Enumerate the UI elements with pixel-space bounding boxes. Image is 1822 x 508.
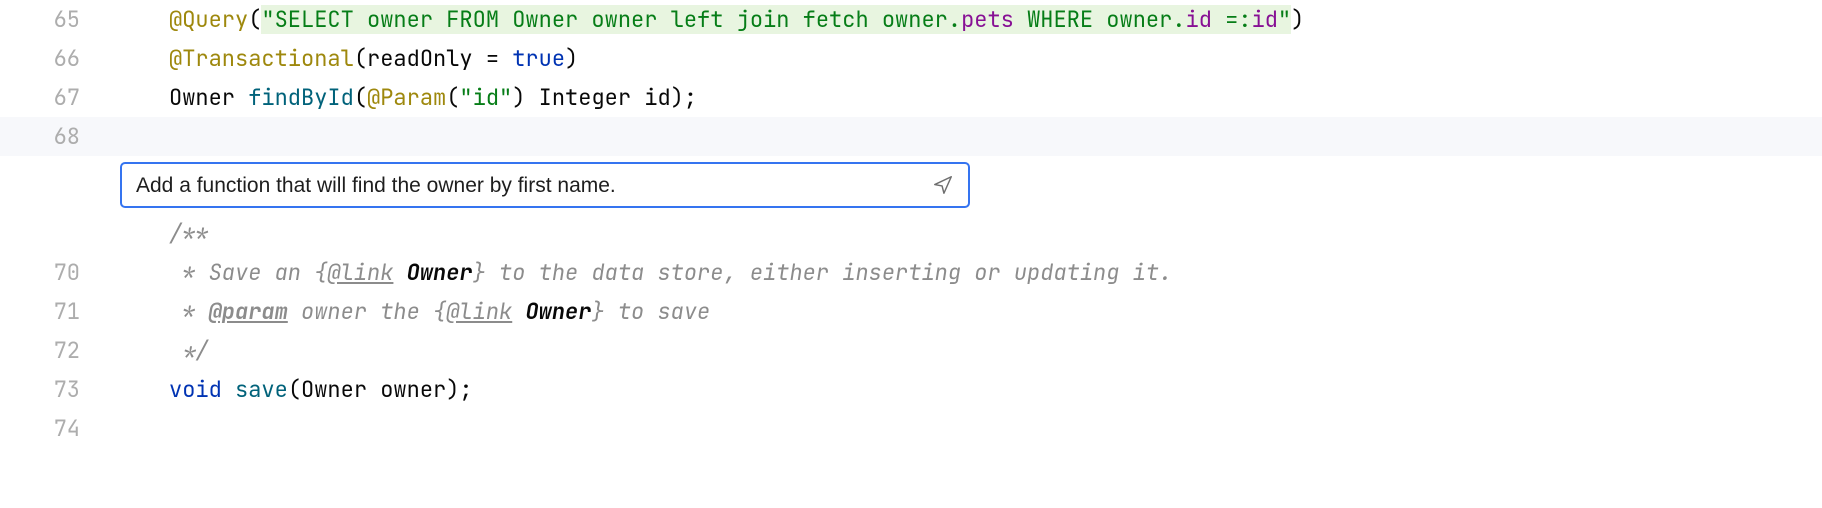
code-content[interactable]: @Query("SELECT owner FROM Owner owner le… [120,9,1304,31]
code-line-current[interactable]: 68 [0,117,1822,156]
code-line[interactable]: 72 */ [0,331,1822,370]
annotation-query: @Query [169,5,248,34]
line-number: 68 [0,126,100,148]
code-line[interactable]: 70 * Save an {@link Owner} to the data s… [0,253,1822,292]
code-line[interactable]: 74 [0,409,1822,448]
inline-prompt-input[interactable]: Add a function that will find the owner … [120,162,970,208]
code-line[interactable]: 67 Owner findById(@Param("id") Integer i… [0,78,1822,117]
inline-prompt-row: Add a function that will find the owner … [0,156,1822,214]
code-content[interactable]: /** [120,223,209,245]
code-line[interactable]: 65 @Query("SELECT owner FROM Owner owner… [0,0,1822,39]
code-content[interactable]: * @param owner the {@link Owner} to save [120,301,710,323]
annotation-transactional: @Transactional [169,44,354,73]
code-line[interactable]: 69 /** [0,214,1822,253]
code-content[interactable]: @Transactional(readOnly = true) [120,48,578,70]
code-content[interactable]: Owner findById(@Param("id") Integer id); [120,87,697,109]
line-number: 72 [0,340,100,362]
code-line[interactable]: 71 * @param owner the {@link Owner} to s… [0,292,1822,331]
line-number: 73 [0,379,100,401]
annotation-param: @Param [367,83,446,112]
code-line[interactable]: 73 void save(Owner owner); [0,370,1822,409]
line-number: 67 [0,87,100,109]
line-number: 70 [0,262,100,284]
line-number: 74 [0,418,100,440]
line-number: 66 [0,48,100,70]
code-content[interactable]: * Save an {@link Owner} to the data stor… [120,262,1172,284]
method-findbyid: findById [248,83,354,112]
code-editor[interactable]: 65 @Query("SELECT owner FROM Owner owner… [0,0,1822,448]
line-number: 71 [0,301,100,323]
line-number: 65 [0,9,100,31]
code-content[interactable]: void save(Owner owner); [120,379,473,401]
inline-prompt-text[interactable]: Add a function that will find the owner … [136,175,930,196]
send-icon[interactable] [930,172,956,198]
method-save: save [235,375,288,404]
code-line[interactable]: 66 @Transactional(readOnly = true) [0,39,1822,78]
code-content[interactable]: */ [120,340,209,362]
